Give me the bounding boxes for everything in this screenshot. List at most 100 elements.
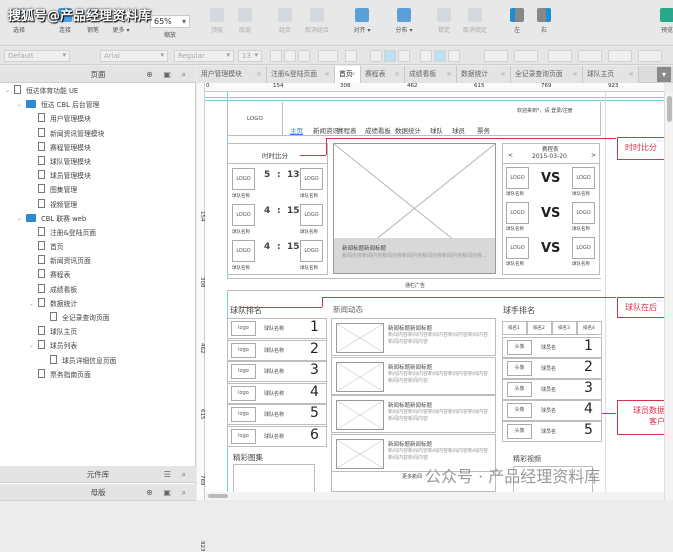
page-tree-item[interactable]: 球员管理模块 — [0, 169, 196, 183]
page-tree-item[interactable]: ⌄ 恒达体育功能 UE — [0, 84, 196, 98]
tab-3[interactable]: 赛程表 × — [361, 66, 405, 83]
wf-nav-item[interactable]: 球队 — [430, 125, 443, 135]
group-button[interactable]: 组合 — [268, 8, 302, 34]
close-icon[interactable]: × — [324, 66, 330, 83]
page-tree-item[interactable]: 球队管理模块 — [0, 155, 196, 169]
page-tree-item[interactable]: 用户管理模块 — [0, 112, 196, 126]
add-page-icon[interactable]: ⊕ ▣ ⌕ — [146, 66, 190, 83]
chevron-down-icon[interactable]: ⌄ — [5, 84, 10, 98]
align-left-button[interactable] — [370, 50, 382, 62]
page-tree-item[interactable]: ⌄ 恒达 CBL 后台管理 — [0, 98, 196, 112]
format-painter-icon[interactable] — [78, 50, 90, 62]
masters-panel-header[interactable]: 母版 ⊕ ▣ ⌕ — [0, 484, 196, 501]
distribute-button[interactable]: 分布 ▾ — [387, 8, 421, 34]
page-tree-item[interactable]: 球队主页 — [0, 325, 196, 339]
tab-7[interactable]: 球队主页 × — [583, 66, 639, 83]
scroll-thumb[interactable] — [208, 494, 228, 498]
italic-button[interactable] — [284, 50, 296, 62]
design-canvas[interactable]: LOGO 欢迎来到*，请 登录/注册 时时比分 新闻标题新闻标题 新闻内容新闻内… — [205, 92, 664, 492]
scroll-thumb[interactable] — [667, 96, 672, 122]
valign-top-button[interactable] — [420, 50, 432, 62]
close-icon[interactable]: × — [394, 66, 400, 83]
home-score: 4 — [264, 206, 271, 216]
align-button[interactable]: 对齐 ▾ — [345, 8, 379, 34]
wf-nav-item[interactable]: 赛程表 — [337, 125, 357, 135]
valign-middle-button[interactable] — [434, 50, 446, 62]
page-tree-item[interactable]: 成绩看板 — [0, 283, 196, 297]
page-tree-item[interactable]: 新闻资讯页面 — [0, 254, 196, 268]
add-master-icon[interactable]: ⊕ ▣ ⌕ — [146, 484, 190, 501]
font-size-select[interactable]: 13 — [238, 50, 262, 62]
close-icon[interactable]: × — [256, 66, 262, 83]
lock-button[interactable]: 锁定 — [427, 8, 461, 34]
style-select[interactable]: Default — [4, 50, 70, 62]
underline-button[interactable] — [298, 50, 310, 62]
right-panel-toggle[interactable]: 右 — [527, 8, 561, 34]
tab-5[interactable]: 数据统计 × — [457, 66, 511, 83]
chevron-down-icon[interactable]: ⌄ — [17, 98, 22, 112]
line-color-button[interactable] — [548, 50, 572, 62]
close-icon[interactable]: × — [446, 66, 452, 83]
wf-nav-item[interactable]: 球员 — [452, 125, 465, 135]
vertical-scrollbar[interactable] — [664, 92, 673, 500]
page-tree-item[interactable]: 赛程管理模块 — [0, 141, 196, 155]
chevron-down-icon[interactable]: ⌄ — [17, 212, 22, 226]
page-tree-item[interactable]: ⌄ CBL 联赛 web — [0, 212, 196, 226]
page-tree-item[interactable]: 图集管理 — [0, 183, 196, 197]
page-tree-item[interactable]: 票务指南页面 — [0, 368, 196, 382]
page-tree-item[interactable]: 首页 — [0, 240, 196, 254]
wf-nav-item[interactable]: 票务 — [477, 125, 490, 135]
player-rank-tab[interactable]: 排名4 — [577, 321, 602, 335]
font-select[interactable]: Arial — [100, 50, 168, 62]
search-icon[interactable]: ☰ ⌕ — [164, 466, 190, 483]
tab-6[interactable]: 全记录查询页面 × — [511, 66, 583, 83]
page-tree-item[interactable]: 注册&登陆页面 — [0, 226, 196, 240]
valign-bottom-button[interactable] — [448, 50, 460, 62]
zoom-select[interactable]: 65% ▾ — [150, 15, 190, 28]
page-tree-item[interactable]: 球员详细信息页面 — [0, 354, 196, 368]
send-bottom-button[interactable]: 底层 — [228, 8, 262, 34]
tab-1[interactable]: 注册&登陆页面 × — [267, 66, 335, 83]
widgets-panel-header[interactable]: 元件库 ☰ ⌕ — [0, 466, 196, 483]
tabs-overflow-button[interactable]: ▾ — [657, 67, 671, 82]
shadow-button[interactable] — [514, 50, 538, 62]
align-center-button[interactable] — [384, 50, 396, 62]
align-right-button[interactable] — [398, 50, 410, 62]
page-tree-item[interactable]: 新闻资讯管理模块 — [0, 127, 196, 141]
tab-4[interactable]: 成绩看板 × — [405, 66, 457, 83]
close-icon[interactable]: × — [572, 66, 578, 83]
chevron-down-icon[interactable]: ⌄ — [29, 297, 34, 311]
wf-nav-item[interactable]: 数据统计 — [395, 125, 421, 135]
next-date-button[interactable]: > — [591, 152, 596, 159]
preview-button[interactable]: 预览 — [650, 8, 673, 34]
prev-date-button[interactable]: < — [508, 152, 513, 159]
wf-nav-item[interactable]: 新闻资讯 — [313, 125, 339, 135]
tab-2[interactable]: 首页 × — [335, 66, 361, 83]
page-tree-item[interactable]: 全记录查询页面 — [0, 311, 196, 325]
page-tree-item[interactable]: ⌄ 数据统计 — [0, 297, 196, 311]
player-rank-tab[interactable]: 排名2 — [527, 321, 552, 335]
bold-button[interactable] — [270, 50, 282, 62]
wf-nav-item[interactable]: 成绩看板 — [365, 125, 391, 135]
close-icon[interactable]: × — [628, 66, 634, 83]
weight-select[interactable]: Regular — [174, 50, 234, 62]
line-style-button[interactable] — [608, 50, 632, 62]
fill-color-button[interactable] — [484, 50, 508, 62]
line-width-button[interactable] — [578, 50, 602, 62]
page-tree-item[interactable]: 赛程表 — [0, 268, 196, 282]
unlock-button[interactable]: 取消锁定 — [458, 8, 492, 34]
ungroup-button[interactable]: 取消组合 — [300, 8, 334, 34]
horizontal-scrollbar[interactable] — [205, 492, 664, 500]
page-tree-item[interactable]: 视频管理 — [0, 198, 196, 212]
tab-0[interactable]: 用户管理模块 × — [197, 66, 267, 83]
wf-nav-item[interactable]: 主页 — [290, 125, 303, 135]
arrow-style-button[interactable] — [638, 50, 662, 62]
player-rank-tab[interactable]: 排名1 — [502, 321, 527, 335]
page-tree-item[interactable]: ⌄ 球员列表 — [0, 339, 196, 353]
bullet-button[interactable] — [345, 50, 357, 62]
text-color-button[interactable] — [318, 50, 338, 62]
chevron-down-icon[interactable]: ⌄ — [29, 339, 34, 353]
close-icon[interactable]: × — [500, 66, 506, 83]
close-icon[interactable]: × — [350, 66, 356, 83]
player-rank-tab[interactable]: 排名3 — [552, 321, 577, 335]
